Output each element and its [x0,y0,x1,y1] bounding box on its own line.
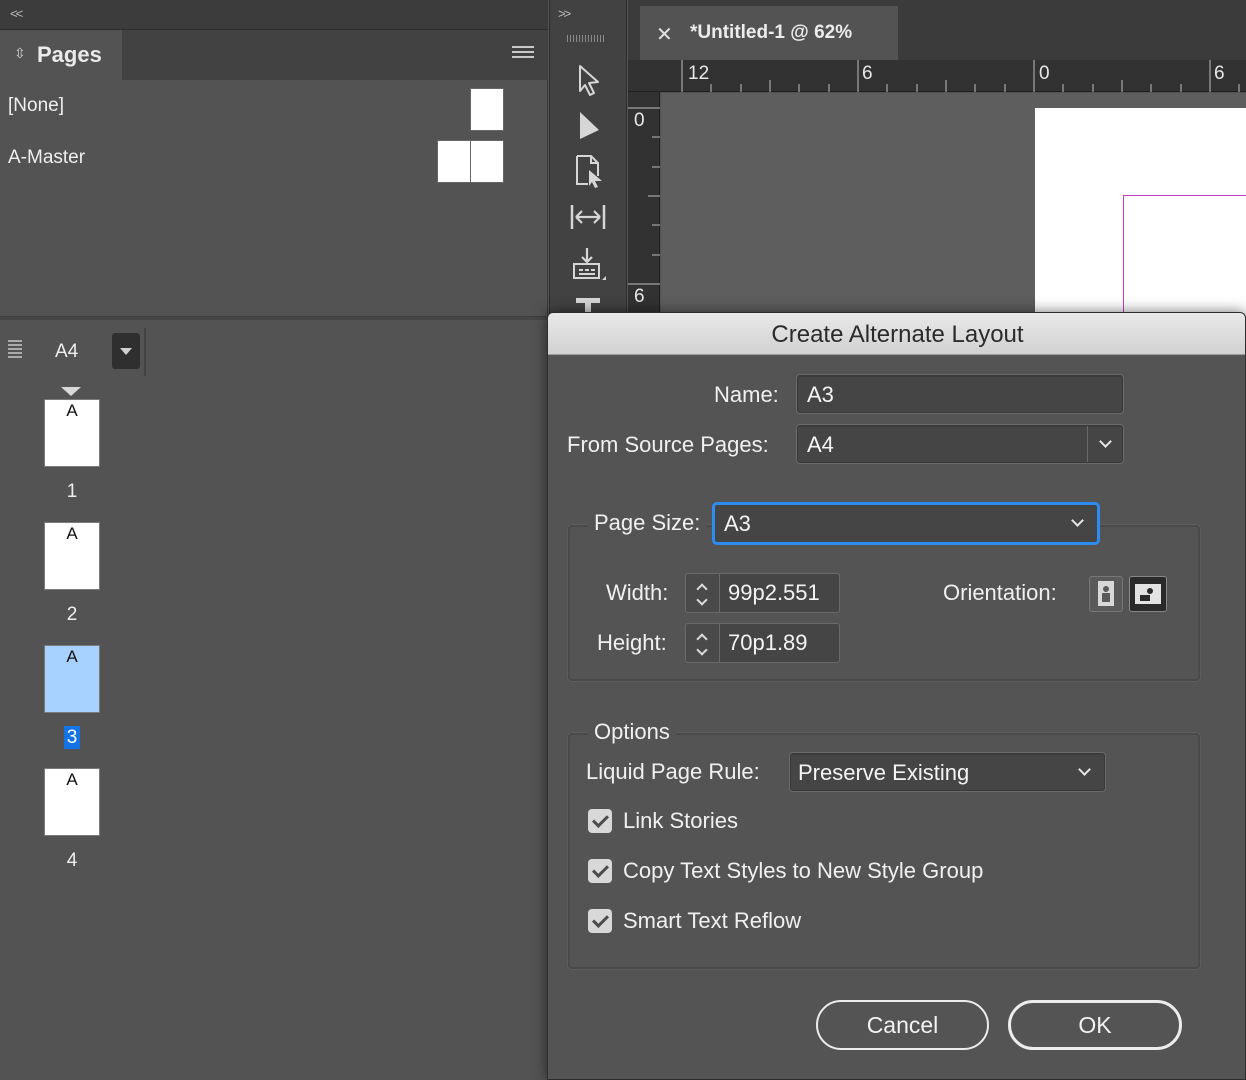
panel-divider[interactable] [0,316,548,320]
ok-button[interactable]: OK [1008,1000,1182,1050]
page-master-letter: A [66,524,78,543]
tools-grip[interactable] [567,35,605,42]
master-none-label[interactable]: [None] [8,95,64,117]
page-master-letter: A [66,770,78,789]
page-item-3[interactable]: A 3 [44,645,100,749]
height-field[interactable]: 70p1.89 [719,623,840,663]
name-field-value: A3 [807,382,834,407]
landscape-icon [1135,584,1161,604]
horizontal-ruler[interactable] [628,60,1246,92]
height-value: 70p1.89 [728,630,808,655]
chevron-down-icon [1078,763,1091,776]
master-a-right-thumbnail[interactable] [470,140,504,183]
page-thumbnail[interactable]: A [44,522,100,590]
tab-pages[interactable]: ⇳ Pages [0,30,122,80]
insert-marker-icon [61,387,81,396]
direct-selection-tool-icon[interactable] [568,106,608,146]
width-field[interactable]: 99p2.551 [719,573,840,613]
ruler-label-6-right: 6 [1214,63,1225,84]
source-pages-label: From Source Pages: [567,432,769,457]
dialog-titlebar[interactable]: Create Alternate Layout [548,313,1245,355]
page-thumbnail[interactable]: A [44,768,100,836]
page-size-select[interactable]: A3 [714,504,1098,543]
layout-size-label: A4 [55,341,79,362]
ruler-label-12: 12 [688,63,710,84]
copy-text-styles-checkbox[interactable] [588,859,612,883]
close-tab-icon[interactable]: ✕ [656,22,673,47]
ruler-label-0: 0 [1039,63,1050,84]
tab-pages-label: Pages [37,42,102,67]
panel-menu-icon[interactable] [512,46,534,62]
page-tool-icon[interactable] [568,150,608,190]
portrait-orientation-button[interactable] [1089,576,1123,612]
source-pages-dropdown-button[interactable] [1087,426,1122,462]
liquid-page-rule-select[interactable]: Preserve Existing [790,753,1105,791]
stepper-down-icon[interactable] [696,594,708,606]
page-master-letter: A [66,647,78,666]
orientation-label: Orientation: [943,580,1057,605]
name-label: Name: [714,382,779,407]
width-label: Width: [606,580,669,605]
link-stories-checkbox[interactable] [588,809,612,833]
copy-text-styles-label[interactable]: Copy Text Styles to New Style Group [623,858,983,884]
chevron-down-icon [1099,435,1112,448]
stepper-up-icon[interactable] [696,633,708,645]
page-thumbnail[interactable]: A [44,645,100,713]
height-stepper[interactable] [685,623,719,663]
width-value: 99p2.551 [728,580,820,605]
smart-text-reflow-checkbox[interactable] [588,909,612,933]
gap-tool-icon[interactable] [568,197,608,237]
document-tab-title: *Untitled-1 @ 62% [690,22,853,43]
smart-text-reflow-label[interactable]: Smart Text Reflow [623,908,801,934]
chevron-down-icon [1071,514,1084,527]
ruler-label-v6: 6 [634,286,645,307]
stepper-up-icon[interactable] [696,583,708,595]
selection-tool-icon[interactable] [568,60,608,100]
page-item-1[interactable]: A 1 [44,399,100,503]
source-pages-combo[interactable]: A4 [797,425,1123,463]
height-label: Height: [597,630,667,655]
expand-panel-button[interactable]: >> [558,6,571,21]
collapse-panel-button[interactable]: << [10,6,23,21]
page-item-4[interactable]: A 4 [44,768,100,872]
create-alternate-layout-dialog: Create Alternate Layout Name: A3 From So… [547,312,1246,1080]
layout-options-dropdown[interactable] [112,333,140,369]
stepper-down-icon[interactable] [696,644,708,656]
panel-header-strip [0,0,548,30]
separator [144,328,146,376]
portrait-icon [1098,581,1114,606]
page-number: 1 [66,481,78,502]
dialog-title: Create Alternate Layout [771,321,1024,348]
panel-grip-icon[interactable] [8,340,22,360]
landscape-orientation-button[interactable] [1129,576,1167,612]
page-number: 2 [66,604,78,625]
liquid-page-rule-value: Preserve Existing [798,760,970,785]
link-stories-label[interactable]: Link Stories [623,808,738,834]
master-none-thumbnail[interactable] [470,88,504,131]
page-thumbnail[interactable]: A [44,399,100,467]
page-number: 3 [44,726,100,749]
ruler-label-v0: 0 [634,110,645,131]
master-a-label[interactable]: A-Master [8,147,85,169]
tab-sort-icon: ⇳ [14,45,26,61]
page-number: 4 [66,850,78,871]
page-size-value: A3 [724,511,751,536]
type-tool-icon[interactable] [568,294,608,312]
cancel-button[interactable]: Cancel [816,1000,989,1050]
page-item-2[interactable]: A 2 [44,522,100,626]
name-field[interactable]: A3 [797,375,1123,413]
ruler-label-6: 6 [862,63,873,84]
width-stepper[interactable] [685,573,719,613]
page-size-label: Page Size: [588,510,707,536]
source-pages-value: A4 [807,432,834,457]
document-tab[interactable]: ✕ *Untitled-1 @ 62% [640,6,898,60]
content-collector-tool-icon[interactable] [568,244,608,284]
liquid-page-rule-label: Liquid Page Rule: [586,759,760,784]
page-master-letter: A [66,401,78,420]
options-title: Options [588,719,676,745]
master-a-left-thumbnail[interactable] [437,140,471,183]
